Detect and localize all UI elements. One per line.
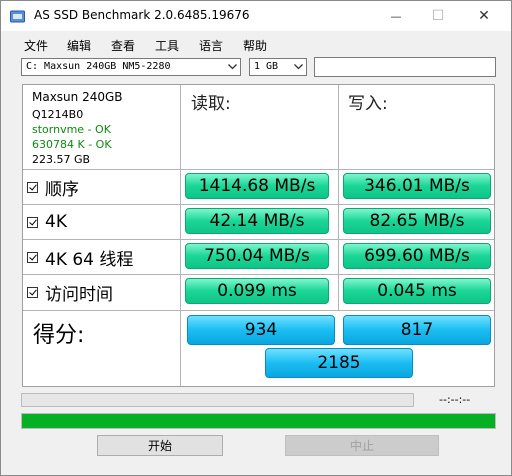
minimize-button[interactable]: — [373, 1, 419, 31]
test-access-toggle[interactable]: 访问时间 [27, 275, 113, 309]
total-score: 2185 [265, 348, 413, 378]
menu-help[interactable]: 帮助 [243, 37, 267, 54]
close-icon: ✕ [478, 8, 490, 24]
menu-file[interactable]: 文件 [24, 37, 48, 54]
test-4k-label: 4K [45, 212, 67, 232]
maximize-icon: ☐ [431, 8, 445, 24]
read-score: 934 [187, 315, 335, 345]
size-select[interactable]: 1 GB [249, 58, 307, 76]
grid-divider [23, 310, 494, 311]
menu-view[interactable]: 查看 [111, 37, 135, 54]
access-write-result: 0.045 ms [343, 278, 491, 304]
size-select-value: 1 GB [254, 61, 279, 72]
checkbox-checked-icon[interactable] [27, 181, 38, 193]
drive-firmware: Q1214B0 [32, 108, 84, 121]
close-button[interactable]: ✕ [461, 1, 507, 31]
title-bar[interactable]: AS SSD Benchmark 2.0.6485.19676 — ☐ ✕ [1, 1, 511, 31]
drive-select[interactable]: C: Maxsun 240GB NM5-2280 [21, 58, 241, 76]
menu-edit[interactable]: 编辑 [67, 37, 91, 54]
abort-button[interactable]: 中止 [285, 435, 439, 456]
window-title: AS SSD Benchmark 2.0.6485.19676 [34, 8, 250, 22]
write-column-header: 写入: [348, 94, 388, 114]
test-seq-label: 顺序 [45, 179, 79, 200]
total-progress-bar [21, 413, 496, 429]
test-seq-toggle[interactable]: 顺序 [27, 170, 79, 204]
total-progress-fill [22, 414, 495, 428]
read-column-header: 读取: [191, 94, 231, 114]
4k64-read-result: 750.04 MB/s [185, 243, 329, 269]
chevron-down-icon [290, 59, 306, 75]
minimize-icon: — [390, 9, 402, 23]
test-access-label: 访问时间 [45, 284, 113, 305]
checkbox-checked-icon[interactable] [27, 251, 38, 263]
drive-alignment-status: 630784 K - OK [32, 138, 112, 151]
grid-divider [338, 85, 339, 310]
elapsed-timer: --:--:-- [439, 393, 471, 406]
text-input[interactable] [314, 57, 496, 77]
app-window: AS SSD Benchmark 2.0.6485.19676 — ☐ ✕ 文件… [0, 0, 512, 476]
app-icon [10, 10, 25, 23]
4k-write-result: 82.65 MB/s [343, 208, 491, 234]
drive-model: Maxsun 240GB [32, 90, 123, 104]
grid-divider [180, 85, 181, 386]
4k-read-result: 42.14 MB/s [185, 208, 329, 234]
checkbox-checked-icon[interactable] [27, 216, 38, 228]
menu-language[interactable]: 语言 [199, 37, 223, 54]
results-grid: Maxsun 240GB Q1214B0 stornvme - OK 63078… [22, 84, 495, 387]
test-4k64-label: 4K 64 线程 [45, 249, 134, 270]
chevron-down-icon [224, 59, 240, 75]
grid-divider [23, 204, 494, 205]
checkbox-checked-icon[interactable] [27, 286, 38, 298]
4k64-write-result: 699.60 MB/s [343, 243, 491, 269]
test-4k64-toggle[interactable]: 4K 64 线程 [27, 240, 133, 274]
access-read-result: 0.099 ms [185, 278, 329, 304]
seq-read-result: 1414.68 MB/s [185, 173, 329, 199]
score-label: 得分: [33, 323, 85, 348]
drive-driver-status: stornvme - OK [32, 123, 111, 136]
start-button[interactable]: 开始 [97, 435, 223, 456]
grid-divider [23, 169, 494, 170]
maximize-button[interactable]: ☐ [415, 1, 461, 31]
test-4k-toggle[interactable]: 4K [27, 205, 67, 239]
drive-capacity: 223.57 GB [32, 153, 91, 166]
menu-tools[interactable]: 工具 [155, 37, 179, 54]
menu-bar: 文件 编辑 查看 工具 语言 帮助 [1, 32, 511, 54]
drive-select-value: C: Maxsun 240GB NM5-2280 [26, 61, 171, 72]
current-progress-bar [21, 393, 414, 407]
write-score: 817 [343, 315, 491, 345]
seq-write-result: 346.01 MB/s [343, 173, 491, 199]
